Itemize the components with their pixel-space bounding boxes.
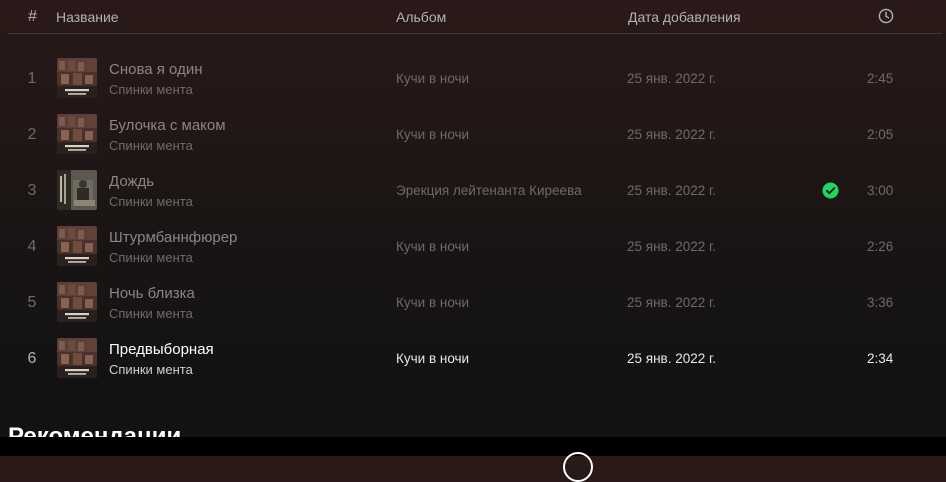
track-date-added: 25 янв. 2022 г. <box>627 239 717 254</box>
track-title-link[interactable]: Снова я один <box>109 61 203 78</box>
track-duration: 2:26 <box>867 239 894 254</box>
track-title-link[interactable]: Предвыборная <box>109 341 214 358</box>
column-title-header[interactable]: Название <box>56 9 119 25</box>
track-artist-link[interactable]: Спинки мента <box>109 362 193 377</box>
track-row[interactable]: 3 Дождь Спинки мента Эрекция лейтенанта Кир… <box>8 163 942 219</box>
album-cover-image <box>57 282 97 322</box>
track-title-link[interactable]: Дождь <box>109 173 154 190</box>
track-number: 5 <box>27 294 37 311</box>
album-cover-image <box>57 338 97 378</box>
track-artist-link[interactable]: Спинки мента <box>109 138 193 153</box>
track-album-link[interactable]: Кучи в ночи <box>396 239 469 254</box>
column-number-header: # <box>28 8 37 25</box>
clock-icon[interactable] <box>878 8 894 24</box>
album-cover-image <box>57 114 97 154</box>
track-artist-link[interactable]: Спинки мента <box>109 250 193 265</box>
track-title-link[interactable]: Ночь близка <box>109 285 195 302</box>
play-button[interactable] <box>563 452 593 482</box>
track-duration: 2:05 <box>867 127 894 142</box>
track-duration: 3:00 <box>867 183 894 198</box>
track-row[interactable]: 2 Булочка с маком Спинки мента Кучи в ночи 2… <box>8 107 942 163</box>
track-duration: 3:36 <box>867 295 894 310</box>
track-number: 2 <box>27 126 37 143</box>
track-title-link[interactable]: Штурмбаннфюрер <box>109 229 237 246</box>
player-bar <box>0 437 946 482</box>
track-artist-link[interactable]: Спинки мента <box>109 306 193 321</box>
column-date-added-header[interactable]: Дата добавления <box>628 9 741 25</box>
tracklist-header: # Название Альбом Дата добавления <box>8 0 942 34</box>
track-artist-link[interactable]: Спинки мента <box>109 82 193 97</box>
column-album-header[interactable]: Альбом <box>396 9 446 25</box>
track-date-added: 25 янв. 2022 г. <box>627 127 717 142</box>
track-duration: 2:34 <box>867 351 894 366</box>
album-cover-image <box>57 226 97 266</box>
track-album-link[interactable]: Кучи в ночи <box>396 71 469 86</box>
track-artist-link[interactable]: Спинки мента <box>109 194 193 209</box>
track-date-added: 25 янв. 2022 г. <box>627 71 717 86</box>
track-date-added: 25 янв. 2022 г. <box>627 351 717 366</box>
track-number: 6 <box>27 350 37 367</box>
track-row[interactable]: 1 Снова я один Спинки мента Кучи в ночи 25 я… <box>8 51 942 107</box>
track-row[interactable]: 5 Ночь близка Спинки мента Кучи в ночи 25 ян… <box>8 275 942 331</box>
track-album-link[interactable]: Кучи в ночи <box>396 295 469 310</box>
track-number: 4 <box>27 238 37 255</box>
track-row[interactable]: 4 Штурмбаннфюрер Спинки мента Кучи в ночи 25… <box>8 219 942 275</box>
album-cover-image <box>57 58 97 98</box>
saved-check-icon[interactable] <box>822 182 839 199</box>
album-cover-image <box>57 170 97 210</box>
track-number: 3 <box>27 182 37 199</box>
track-title-link[interactable]: Булочка с маком <box>109 117 226 134</box>
track-duration: 2:45 <box>867 71 894 86</box>
track-album-link[interactable]: Кучи в ночи <box>396 351 469 366</box>
track-number: 1 <box>27 70 37 87</box>
track-album-link[interactable]: Кучи в ночи <box>396 127 469 142</box>
track-row[interactable]: 6 Предвыборная Спинки мента Кучи в ночи 25 я… <box>8 331 942 387</box>
track-date-added: 25 янв. 2022 г. <box>627 295 717 310</box>
track-album-link[interactable]: Эрекция лейтенанта Киреева <box>396 183 582 198</box>
track-date-added: 25 янв. 2022 г. <box>627 183 717 198</box>
